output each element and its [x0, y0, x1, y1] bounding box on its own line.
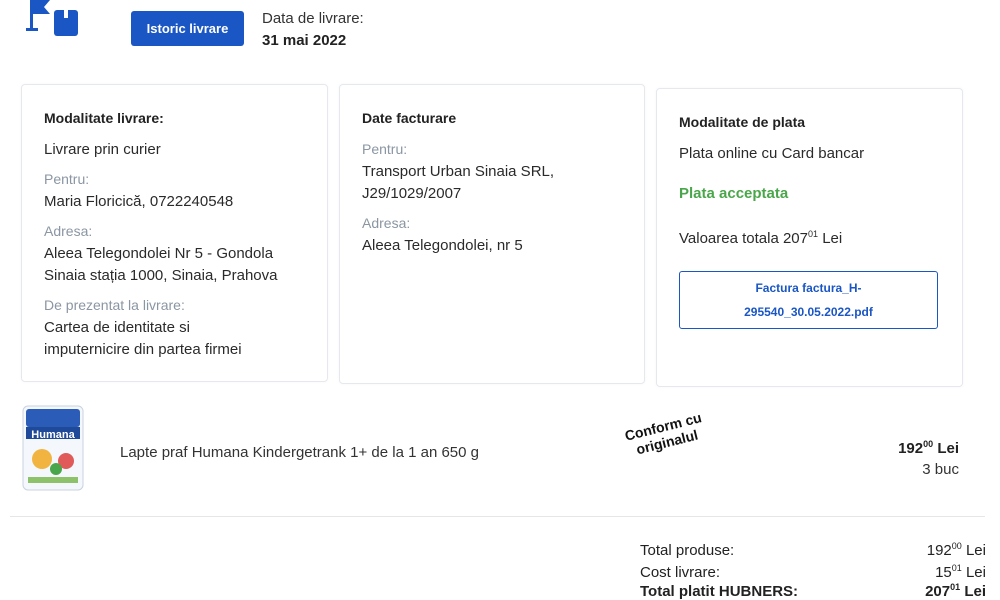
- product-image: Humana: [22, 405, 84, 491]
- recipient-label: Pentru:: [44, 171, 90, 187]
- total-products-dec: 00: [951, 541, 962, 551]
- billing-for-label: Pentru:: [362, 141, 408, 157]
- recipient-value: Maria Floricică, 0722240548: [44, 193, 234, 210]
- product-image-brand: Humana: [31, 429, 75, 441]
- product-price-currency: Lei: [937, 440, 959, 457]
- present-documents-line2: imputernicire din partea firmei: [44, 341, 242, 358]
- billing-registration: J29/1029/2007: [362, 185, 462, 202]
- payment-total-text: Valoarea totala 207: [679, 230, 808, 247]
- total-products-int: 192: [926, 542, 952, 559]
- payment-status: Plata acceptata: [679, 185, 789, 202]
- present-documents-line1: Cartea de identitate si: [44, 319, 190, 336]
- product-price-dec: 00: [923, 439, 934, 449]
- billing-card-title: Date facturare: [362, 110, 457, 126]
- total-paid-currency: Lei: [964, 583, 986, 600]
- delivery-date-value: 31 mai 2022: [262, 32, 347, 49]
- total-products-currency: Lei: [965, 542, 986, 559]
- payment-total-currency: Lei: [822, 230, 843, 247]
- present-documents-label: De prezentat la livrare:: [44, 297, 185, 313]
- total-products-value: 19200 Lei: [926, 541, 986, 560]
- delivery-card-title: Modalitate livrare:: [44, 110, 164, 126]
- delivery-history-button[interactable]: Istoric livrare: [131, 11, 244, 46]
- billing-card: Date facturare Pentru: Transport Urban S…: [339, 84, 645, 384]
- delivery-address-label: Adresa:: [44, 223, 93, 239]
- total-paid-dec: 01: [950, 582, 961, 592]
- delivery-address-line2: Sinaia stația 1000, Sinaia, Prahova: [44, 267, 278, 284]
- delivery-cost-label: Cost livrare:: [640, 564, 721, 581]
- payment-card-title: Modalitate de plata: [679, 114, 806, 130]
- total-paid-label: Total platit HUBNERS:: [640, 583, 799, 600]
- payment-card: Modalitate de plata Plata online cu Card…: [656, 88, 963, 387]
- invoice-name-line2: 295540_30.05.2022.pdf: [744, 305, 873, 319]
- conform-stamp: Conform cu originalul: [608, 405, 726, 478]
- delivery-cost-currency: Lei: [965, 564, 986, 581]
- delivery-address-line1: Aleea Telegondolei Nr 5 - Gondola: [44, 245, 274, 262]
- delivery-method-card: Modalitate livrare: Livrare prin curier …: [21, 84, 328, 382]
- product-price: 19200 Lei: [898, 439, 959, 458]
- billing-address-value: Aleea Telegondolei, nr 5: [362, 237, 523, 254]
- payment-method: Plata online cu Card bancar: [679, 145, 865, 162]
- billing-company-name: Transport Urban Sinaia SRL,: [362, 163, 555, 180]
- delivery-date-label: Data de livrare:: [262, 10, 364, 27]
- delivery-method: Livrare prin curier: [44, 141, 161, 158]
- invoice-name-line1: Factura factura_H-: [755, 281, 862, 295]
- payment-total: Valoarea totala 20701 Lei: [679, 228, 842, 249]
- delivery-cost-int: 15: [935, 564, 952, 581]
- total-paid-value: 20701 Lei: [925, 583, 986, 600]
- product-quantity: 3 buc: [922, 461, 959, 478]
- delivery-flag-icon: [24, 0, 84, 40]
- payment-total-decimals: 01: [808, 229, 819, 239]
- total-paid-int: 207: [925, 583, 951, 600]
- product-price-int: 192: [898, 440, 924, 457]
- product-name: Lapte praf Humana Kindergetrank 1+ de la…: [120, 444, 480, 461]
- invoice-download-button[interactable]: Factura factura_H- 295540_30.05.2022.pdf: [679, 271, 938, 329]
- divider: [10, 516, 985, 517]
- billing-address-label: Adresa:: [362, 215, 411, 231]
- delivery-cost-value: 1501 Lei: [935, 563, 986, 582]
- total-products-label: Total produse:: [640, 542, 735, 559]
- delivery-cost-dec: 01: [951, 563, 962, 573]
